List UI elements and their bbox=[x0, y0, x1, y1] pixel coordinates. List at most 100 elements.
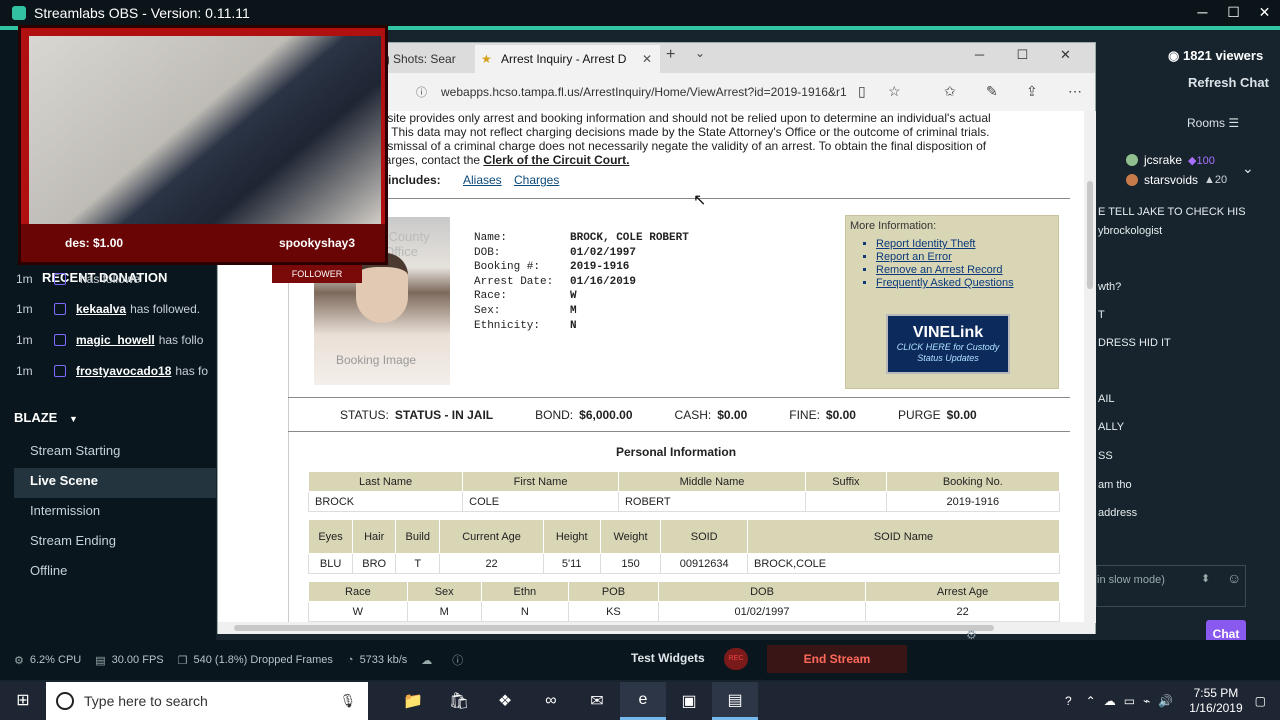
field-label: Arrest Date: bbox=[474, 275, 554, 288]
event-row[interactable]: 1m kekaalva has followed. bbox=[16, 297, 200, 321]
report-error-link[interactable]: Report an Error bbox=[876, 251, 1054, 264]
scene-item[interactable]: Offline bbox=[14, 558, 216, 588]
horizontal-scrollbar[interactable] bbox=[218, 622, 1095, 634]
record-button[interactable]: REC bbox=[724, 648, 748, 670]
scrollbar-thumb[interactable] bbox=[234, 625, 994, 631]
chat-input[interactable]: in slow mode) ⬍ ☺ bbox=[1096, 565, 1246, 607]
mail-icon[interactable]: ✉ bbox=[574, 682, 620, 720]
event-row[interactable]: 1m magic_howell has follo bbox=[16, 328, 203, 352]
share-icon[interactable]: ⇪ bbox=[1026, 83, 1038, 100]
windows-start-icon[interactable]: ⊞ bbox=[0, 682, 46, 720]
report-identity-theft-link[interactable]: Report Identity Theft bbox=[876, 238, 1054, 251]
chevron-down-icon[interactable]: ⌄ bbox=[1242, 160, 1254, 177]
network-icon[interactable]: ⌁ bbox=[1143, 694, 1150, 708]
end-stream-button[interactable]: End Stream bbox=[767, 645, 907, 673]
browser-tab-active[interactable]: ★ Arrest Inquiry - Arrest D ✕ bbox=[475, 45, 660, 73]
tab-list-chevron-icon[interactable]: ⌄ bbox=[695, 46, 705, 60]
taskbar-search[interactable]: Type here to search 🎙 bbox=[46, 682, 368, 720]
field-value: N bbox=[570, 319, 577, 332]
edge-icon[interactable]: e bbox=[620, 682, 666, 720]
microphone-icon[interactable]: 🎙 bbox=[339, 693, 356, 709]
clock[interactable]: 7:55 PM 1/16/2019 bbox=[1189, 686, 1242, 716]
emote-icon[interactable]: ☺ bbox=[1227, 570, 1241, 586]
event-row[interactable]: 1m has followe bbox=[16, 267, 140, 291]
charges-link[interactable]: Charges bbox=[514, 173, 559, 187]
cloud-icon-wrap[interactable]: ☁ bbox=[421, 654, 438, 667]
info-icon[interactable]: ⓘ bbox=[416, 84, 427, 100]
field-label: Race: bbox=[474, 290, 508, 303]
event-action: has followed. bbox=[130, 302, 201, 316]
browser-close-button[interactable]: ✕ bbox=[1044, 47, 1087, 63]
chat-message: ALLY bbox=[1098, 421, 1125, 433]
streamlabs-taskbar-icon[interactable]: ▤ bbox=[712, 682, 758, 720]
vertical-scrollbar[interactable] bbox=[1084, 111, 1096, 623]
close-button[interactable]: ✕ bbox=[1249, 0, 1280, 26]
fps-value: 30.00 FPS bbox=[111, 654, 164, 666]
close-tab-icon[interactable]: ✕ bbox=[642, 45, 652, 73]
chat-message: DRESS HID IT bbox=[1098, 337, 1171, 349]
info-icon-wrap[interactable]: ⓘ bbox=[452, 652, 469, 668]
table-cell: BRO bbox=[352, 553, 397, 574]
minimize-button[interactable]: ─ bbox=[1187, 0, 1218, 26]
favorites-hub-icon[interactable]: ✩ bbox=[944, 83, 956, 100]
column-header: Booking No. bbox=[885, 471, 1061, 492]
table-cell: BROCK bbox=[307, 491, 464, 512]
bits-icon[interactable]: ⬍ bbox=[1201, 572, 1210, 585]
volume-icon[interactable]: 🔊 bbox=[1158, 694, 1173, 708]
scene-item[interactable]: Stream Ending bbox=[14, 528, 216, 558]
description-table: Eyes Hair Build Current Age Height Weigh… bbox=[307, 519, 1060, 574]
table-cell: BROCK,COLE bbox=[747, 553, 1060, 574]
scrollbar-thumb[interactable] bbox=[1087, 181, 1093, 289]
help-icon[interactable]: ? bbox=[1065, 694, 1072, 708]
scene-item-active[interactable]: Live Scene bbox=[14, 468, 216, 498]
scene-collection-header[interactable]: BLAZE ▼ bbox=[14, 410, 78, 425]
faq-link[interactable]: Frequently Asked Questions bbox=[876, 277, 1054, 290]
scene-item[interactable]: Intermission bbox=[14, 498, 216, 528]
app-window-icon[interactable]: ▣ bbox=[666, 682, 712, 720]
maximize-button[interactable]: ☐ bbox=[1218, 0, 1249, 26]
store-icon[interactable]: 🛍 bbox=[436, 682, 482, 720]
file-explorer-icon[interactable]: 📁 bbox=[390, 682, 436, 720]
vinelink-banner[interactable]: VINELink CLICK HERE for Custody Status U… bbox=[886, 314, 1010, 374]
cpu-value: 6.2% CPU bbox=[29, 654, 82, 666]
table-cell: COLE bbox=[462, 491, 619, 512]
notification-icon[interactable]: ▢ bbox=[1255, 694, 1266, 708]
event-user[interactable]: frostyavocado18 bbox=[76, 364, 171, 378]
event-row[interactable]: 1m frostyavocado18 has fo bbox=[16, 359, 208, 383]
more-menu-icon[interactable]: ⋯ bbox=[1068, 83, 1082, 100]
favorite-star-icon: ★ bbox=[481, 52, 492, 66]
event-user[interactable]: magic_howell bbox=[76, 333, 155, 347]
rooms-button[interactable]: Rooms ☰ bbox=[1187, 116, 1239, 130]
cash-value: $0.00 bbox=[717, 408, 748, 422]
follow-icon bbox=[54, 365, 66, 377]
tray-chevron-up-icon[interactable]: ⌃ bbox=[1086, 694, 1096, 708]
browser-minimize-button[interactable]: ─ bbox=[958, 47, 1001, 63]
test-widgets-button[interactable]: Test Widgets bbox=[631, 651, 705, 665]
web-note-pen-icon[interactable]: ✎ bbox=[986, 83, 998, 100]
fine-label: FINE: bbox=[789, 408, 820, 422]
browser-maximize-button[interactable]: ☐ bbox=[1001, 47, 1044, 63]
chatter-row[interactable]: starsvoids ▲20 bbox=[1126, 172, 1227, 188]
chatter-row[interactable]: jcsrake ◆100 bbox=[1126, 152, 1215, 168]
refresh-chat-button[interactable]: Refresh Chat bbox=[1188, 75, 1269, 90]
power-icon[interactable]: ▭ bbox=[1124, 694, 1135, 708]
chat-message: ybrockologist bbox=[1098, 225, 1163, 237]
chat-input-placeholder: in slow mode) bbox=[1097, 574, 1165, 586]
browser-tab[interactable]: g Shots: Sear bbox=[383, 45, 475, 73]
status-value: STATUS - IN JAIL bbox=[394, 408, 494, 422]
onedrive-cloud-icon[interactable]: ☁ bbox=[1104, 694, 1116, 708]
event-user[interactable]: kekaalva bbox=[76, 302, 126, 316]
reading-view-icon[interactable]: ▯ bbox=[858, 83, 866, 100]
remove-record-link[interactable]: Remove an Arrest Record bbox=[876, 264, 1054, 277]
dropbox-icon[interactable]: ❖ bbox=[482, 682, 528, 720]
favorite-star-icon[interactable]: ☆ bbox=[888, 83, 901, 100]
table-cell: ROBERT bbox=[617, 491, 807, 512]
url-field[interactable]: webapps.hcso.tampa.fl.us/ArrestInquiry/H… bbox=[441, 85, 857, 99]
aliases-link[interactable]: Aliases bbox=[463, 173, 502, 187]
scene-item[interactable]: Stream Starting bbox=[14, 438, 216, 468]
bits-value: 100 bbox=[1196, 154, 1215, 167]
new-tab-icon[interactable]: + bbox=[666, 46, 675, 64]
arduino-icon[interactable]: ∞ bbox=[528, 682, 574, 720]
latest-donation: des: $1.00 bbox=[65, 236, 124, 250]
clerk-link[interactable]: Clerk of the Circuit Court. bbox=[483, 153, 629, 167]
